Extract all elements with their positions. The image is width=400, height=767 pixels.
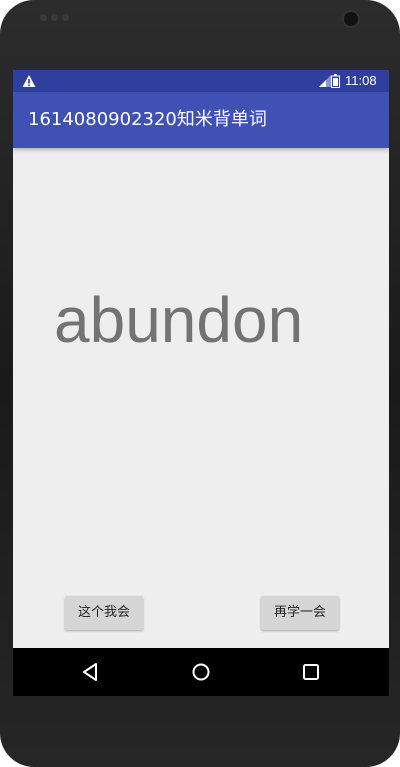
know-it-button[interactable]: 这个我会: [65, 596, 143, 630]
study-again-button[interactable]: 再学一会: [261, 596, 339, 630]
battery-icon: [331, 74, 340, 88]
recent-apps-icon[interactable]: [301, 662, 321, 682]
status-time: 11:08: [345, 73, 377, 88]
app-bar: 1614080902320知米背单词: [13, 92, 389, 148]
status-bar: 11:08: [13, 70, 389, 92]
device-frame: 11:08 1614080902320知米背单词 abundon 这个我会 再学…: [0, 0, 400, 767]
speaker-grille: [40, 14, 76, 22]
navigation-bar: [13, 648, 389, 696]
front-camera: [342, 10, 360, 28]
vocabulary-word: abundon: [54, 284, 304, 356]
app-screen: 11:08 1614080902320知米背单词 abundon 这个我会 再学…: [13, 70, 389, 696]
warning-icon: [22, 75, 36, 87]
home-icon[interactable]: [191, 662, 211, 682]
back-icon[interactable]: [81, 662, 101, 682]
app-title: 1614080902320知米背单词: [28, 109, 267, 130]
signal-icon: [319, 75, 331, 87]
